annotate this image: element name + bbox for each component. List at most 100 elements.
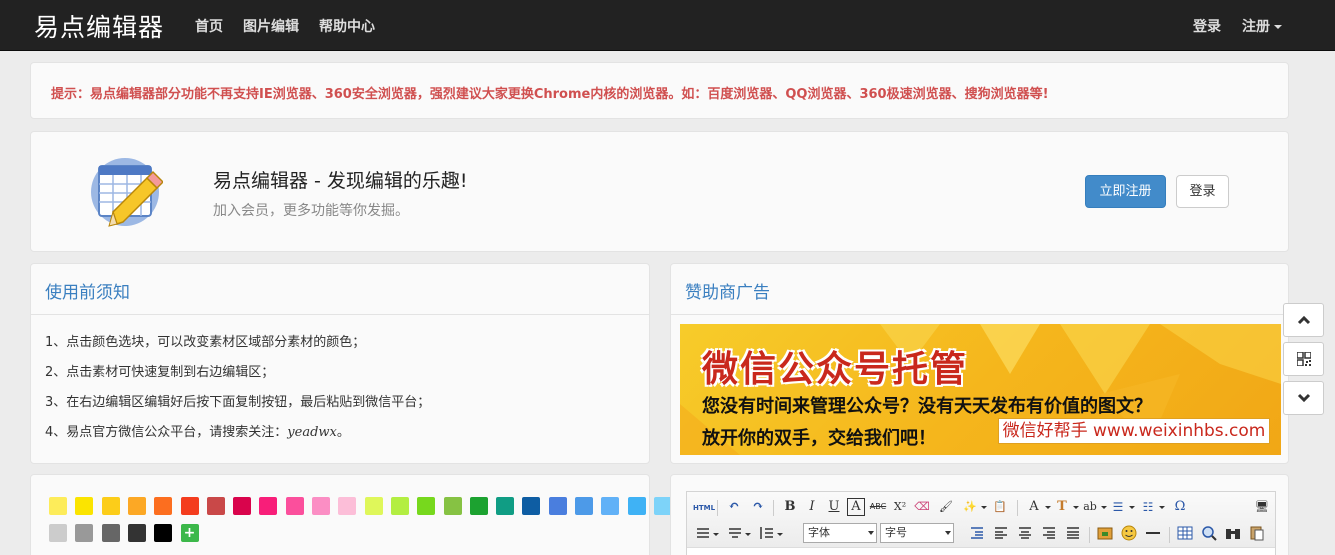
line-height-icon[interactable] bbox=[759, 525, 775, 541]
dropdown-arrow-icon[interactable] bbox=[981, 506, 987, 509]
login-button[interactable]: 登录 bbox=[1176, 175, 1229, 208]
color-swatch[interactable] bbox=[127, 497, 146, 515]
color-swatch[interactable] bbox=[601, 497, 620, 515]
color-swatch[interactable] bbox=[338, 497, 357, 515]
redo-icon[interactable]: ↷ bbox=[749, 498, 767, 516]
row-spacing-bottom-icon[interactable] bbox=[727, 525, 743, 541]
color-swatch[interactable] bbox=[154, 524, 173, 542]
preview-icon[interactable]: 🖥 bbox=[1253, 498, 1271, 516]
color-swatch[interactable] bbox=[206, 497, 225, 515]
align-right-icon[interactable] bbox=[1041, 525, 1057, 541]
dropdown-arrow-icon[interactable] bbox=[745, 533, 751, 536]
color-swatch[interactable] bbox=[522, 497, 541, 515]
dropdown-arrow-icon[interactable] bbox=[1101, 506, 1107, 509]
register-now-button[interactable]: 立即注册 bbox=[1085, 175, 1166, 208]
special-char-icon[interactable]: Ω bbox=[1171, 498, 1189, 516]
paste-plain-icon[interactable]: 📋 bbox=[991, 498, 1009, 516]
color-swatch[interactable] bbox=[627, 497, 646, 515]
sponsor-ad-banner[interactable]: 微信公众号托管 您没有时间来管理公众号？没有天天发布有价值的图文？ 放开你的双手… bbox=[680, 324, 1281, 455]
strikethrough-icon[interactable]: ABC bbox=[869, 498, 887, 516]
color-swatch[interactable] bbox=[417, 497, 436, 515]
font-border-icon[interactable]: A bbox=[847, 498, 865, 516]
row-spacing-top-icon[interactable] bbox=[695, 525, 711, 541]
horizontal-rule-icon[interactable] bbox=[1145, 525, 1161, 541]
color-swatch[interactable] bbox=[312, 497, 330, 515]
color-swatch[interactable] bbox=[548, 497, 567, 515]
color-swatch[interactable] bbox=[390, 497, 409, 515]
color-swatch[interactable] bbox=[443, 497, 462, 515]
dropdown-arrow-icon[interactable] bbox=[1045, 506, 1051, 509]
wechat-account: yeadwx bbox=[287, 425, 337, 440]
dropdown-arrow-icon[interactable] bbox=[1073, 506, 1079, 509]
browser-notice: 提示：易点编辑器部分功能不再支持IE浏览器、360安全浏览器，强烈建议大家更换C… bbox=[30, 62, 1289, 119]
note-item: 1、点击颜色选块，可以改变素材区域部分素材的颜色； bbox=[45, 335, 366, 350]
color-swatch[interactable] bbox=[285, 497, 304, 515]
font-size-value: 字号 bbox=[885, 526, 907, 539]
align-justify-icon[interactable] bbox=[1065, 525, 1081, 541]
ordered-list-icon[interactable]: ☰ bbox=[1109, 498, 1127, 516]
align-left-icon[interactable] bbox=[993, 525, 1009, 541]
color-swatch[interactable] bbox=[75, 524, 94, 542]
background-color-icon[interactable]: T bbox=[1053, 498, 1071, 516]
insert-image-icon[interactable] bbox=[1097, 525, 1113, 541]
font-size-select[interactable]: 字号 bbox=[880, 523, 954, 543]
format-brush-icon[interactable]: 🖌 bbox=[937, 498, 955, 516]
paste-icon[interactable] bbox=[1249, 525, 1265, 541]
superscript-icon[interactable]: X² bbox=[891, 498, 909, 516]
indent-icon[interactable] bbox=[969, 525, 985, 541]
color-swatch[interactable] bbox=[101, 497, 120, 515]
color-swatch[interactable] bbox=[364, 497, 383, 515]
dropdown-arrow-icon[interactable] bbox=[1129, 506, 1135, 509]
align-center-icon[interactable] bbox=[1017, 525, 1033, 541]
dropdown-arrow-icon[interactable] bbox=[713, 533, 719, 536]
color-swatch[interactable] bbox=[259, 497, 278, 515]
usage-notes-panel: 使用前须知 1、点击颜色选块，可以改变素材区域部分素材的颜色； 2、点击素材可快… bbox=[30, 263, 650, 464]
table-icon[interactable] bbox=[1177, 525, 1193, 541]
dropdown-arrow-icon[interactable] bbox=[777, 533, 783, 536]
nav-login[interactable]: 登录 bbox=[1193, 16, 1221, 36]
search-replace-icon[interactable] bbox=[1201, 525, 1217, 541]
note-item-4-prefix: 4、易点官方微信公众平台，请搜索关注： bbox=[45, 425, 288, 440]
italic-icon[interactable]: I bbox=[803, 498, 821, 516]
auto-format-icon[interactable]: ✨ bbox=[961, 498, 979, 516]
eraser-icon[interactable]: ⌫ bbox=[913, 498, 931, 516]
html-source-icon[interactable]: HTML bbox=[693, 499, 715, 517]
font-color-icon[interactable]: A bbox=[1025, 498, 1043, 516]
nav-image-edit[interactable]: 图片编辑 bbox=[243, 16, 299, 36]
hero-subtitle: 加入会员，更多功能等你发掘。 bbox=[213, 203, 409, 219]
scroll-top-button[interactable] bbox=[1283, 303, 1324, 337]
undo-icon[interactable]: ↶ bbox=[725, 498, 743, 516]
color-swatch[interactable] bbox=[49, 524, 67, 542]
emoji-icon[interactable] bbox=[1121, 525, 1137, 541]
brand-logo[interactable]: 易点编辑器 bbox=[34, 8, 164, 44]
qr-code-button[interactable] bbox=[1283, 342, 1324, 376]
hero-panel: 易点编辑器 - 发现编辑的乐趣! 加入会员，更多功能等你发掘。 立即注册 登录 bbox=[30, 131, 1289, 252]
color-swatch[interactable] bbox=[101, 524, 120, 542]
scroll-bottom-button[interactable] bbox=[1283, 381, 1324, 415]
nav-help-center[interactable]: 帮助中心 bbox=[319, 16, 375, 36]
toolbar-separator bbox=[1169, 527, 1170, 543]
color-swatch[interactable] bbox=[49, 497, 67, 515]
chevron-down-icon bbox=[1297, 393, 1310, 403]
color-swatch[interactable] bbox=[469, 497, 488, 515]
binoculars-icon[interactable] bbox=[1225, 525, 1241, 541]
font-family-select[interactable]: 字体 bbox=[803, 523, 877, 543]
color-swatch[interactable] bbox=[180, 497, 199, 515]
nav-register[interactable]: 注册 bbox=[1242, 16, 1282, 36]
dropdown-arrow-icon[interactable] bbox=[1159, 506, 1165, 509]
color-swatch[interactable] bbox=[233, 497, 252, 515]
note-item: 2、点击素材可快速复制到右边编辑区； bbox=[45, 365, 275, 380]
underline-icon[interactable]: U bbox=[825, 498, 843, 516]
bold-icon[interactable]: B bbox=[781, 498, 799, 516]
color-swatch[interactable] bbox=[575, 497, 593, 515]
top-navbar: 易点编辑器 首页 图片编辑 帮助中心 登录 注册 bbox=[0, 0, 1335, 51]
color-swatch[interactable] bbox=[75, 497, 94, 515]
nav-home[interactable]: 首页 bbox=[195, 16, 223, 36]
dropdown-arrow-icon bbox=[868, 531, 874, 535]
color-swatch[interactable] bbox=[496, 497, 515, 515]
color-swatch[interactable] bbox=[154, 497, 173, 515]
spell-check-icon[interactable]: ab bbox=[1081, 498, 1099, 516]
color-swatch[interactable] bbox=[127, 524, 146, 542]
add-color-button[interactable]: + bbox=[180, 524, 199, 542]
unordered-list-icon[interactable]: ☷ bbox=[1139, 498, 1157, 516]
